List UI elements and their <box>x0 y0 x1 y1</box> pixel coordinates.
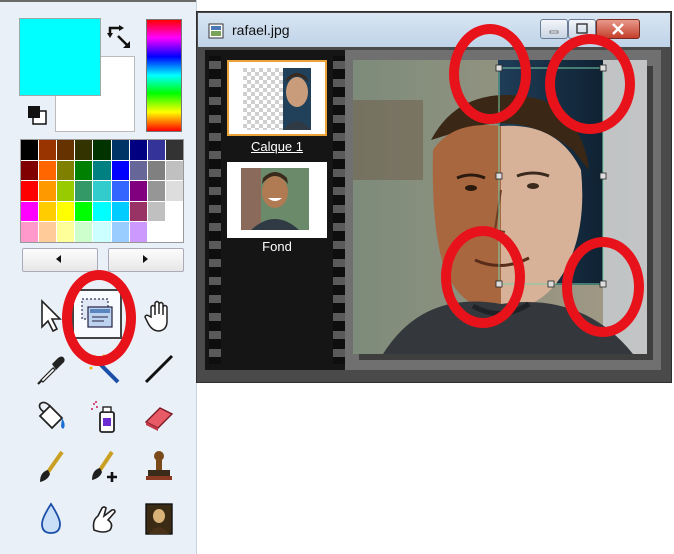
color-swatch[interactable] <box>21 222 39 242</box>
color-swatch[interactable] <box>39 181 57 201</box>
palette-top-border <box>0 0 196 2</box>
color-swatch[interactable] <box>147 222 165 242</box>
water-drop-icon[interactable] <box>32 500 70 538</box>
color-swatch[interactable] <box>75 160 93 181</box>
color-swatch[interactable] <box>111 222 129 242</box>
color-swatch[interactable] <box>75 201 93 222</box>
color-swatch[interactable] <box>129 201 147 222</box>
color-swatch[interactable] <box>129 160 147 181</box>
color-swatch[interactable] <box>165 160 183 181</box>
color-swatch[interactable] <box>129 222 147 242</box>
spray-can-icon[interactable] <box>86 398 124 436</box>
swap-colors-icon[interactable] <box>104 22 134 52</box>
color-swatch[interactable] <box>39 160 57 181</box>
color-swatch[interactable] <box>39 140 57 160</box>
paint-bucket-icon[interactable] <box>32 398 70 436</box>
color-swatch-grid[interactable] <box>20 139 184 243</box>
color-swatch[interactable] <box>75 222 93 242</box>
color-swatch[interactable] <box>129 181 147 201</box>
color-swatch[interactable] <box>165 140 183 160</box>
color-swatch[interactable] <box>93 222 111 242</box>
color-swatch[interactable] <box>111 181 129 201</box>
color-swatch[interactable] <box>165 222 183 242</box>
palette-prev-button[interactable] <box>22 248 98 272</box>
film-strip-right <box>333 56 345 364</box>
default-colors-icon[interactable] <box>26 104 48 126</box>
color-swatch[interactable] <box>93 181 111 201</box>
annotation-circle-bottom-left-handle <box>441 226 525 328</box>
color-swatch[interactable] <box>75 181 93 201</box>
color-swatch[interactable] <box>93 160 111 181</box>
image-document-icon <box>208 23 224 44</box>
smudge-finger-icon[interactable] <box>86 500 124 538</box>
color-swatch[interactable] <box>111 201 129 222</box>
color-swatch[interactable] <box>21 160 39 181</box>
annotation-circle-bottom-right-handle <box>562 237 644 337</box>
color-swatch[interactable] <box>93 201 111 222</box>
film-strip-left <box>209 56 221 364</box>
color-swatch[interactable] <box>39 222 57 242</box>
color-swatch[interactable] <box>57 160 75 181</box>
hand-pan-icon[interactable] <box>140 297 178 335</box>
line-icon[interactable] <box>140 350 178 388</box>
layer-name-fond[interactable]: Fond <box>227 239 327 254</box>
color-swatch[interactable] <box>111 160 129 181</box>
eraser-icon[interactable] <box>140 398 178 436</box>
brush-plus-icon[interactable] <box>86 448 124 486</box>
brush-icon[interactable] <box>32 448 70 486</box>
window-title: rafael.jpg <box>232 22 290 38</box>
color-swatch[interactable] <box>111 140 129 160</box>
hue-gradient-bar[interactable] <box>146 19 182 132</box>
color-swatch[interactable] <box>57 181 75 201</box>
color-swatch[interactable] <box>147 201 165 222</box>
color-swatch[interactable] <box>39 201 57 222</box>
left-arrow-icon <box>56 255 61 263</box>
foreground-color-swatch[interactable] <box>19 18 101 96</box>
color-swatch[interactable] <box>147 181 165 201</box>
color-swatch[interactable] <box>21 181 39 201</box>
annotation-circle-top-right-handle <box>545 34 635 134</box>
color-swatch[interactable] <box>75 140 93 160</box>
layer-thumbnail-calque-1[interactable] <box>227 60 327 136</box>
layer-thumbnail-fond[interactable] <box>227 162 327 238</box>
palette-next-button[interactable] <box>108 248 184 272</box>
minimize-icon <box>549 30 559 34</box>
color-swatch[interactable] <box>147 160 165 181</box>
color-swatch[interactable] <box>165 181 183 201</box>
color-swatch[interactable] <box>57 140 75 160</box>
color-swatch[interactable] <box>147 140 165 160</box>
right-arrow-icon <box>143 255 148 263</box>
color-swatch[interactable] <box>129 140 147 160</box>
color-swatch[interactable] <box>93 140 111 160</box>
color-swatch[interactable] <box>21 201 39 222</box>
color-swatch[interactable] <box>21 140 39 160</box>
portrait-picture-icon[interactable] <box>140 500 178 538</box>
layer-name-calque-1[interactable]: Calque 1 <box>227 139 327 154</box>
color-swatch[interactable] <box>57 201 75 222</box>
color-swatch[interactable] <box>57 222 75 242</box>
layers-panel: Calque 1 Fond <box>205 50 345 370</box>
stamp-icon[interactable] <box>140 448 178 486</box>
color-swatch[interactable] <box>165 201 183 222</box>
eyedropper-icon[interactable] <box>32 350 70 388</box>
minimize-button[interactable] <box>540 19 568 39</box>
annotation-circle-tool <box>62 270 136 366</box>
annotation-circle-top-left-handle <box>449 24 531 124</box>
